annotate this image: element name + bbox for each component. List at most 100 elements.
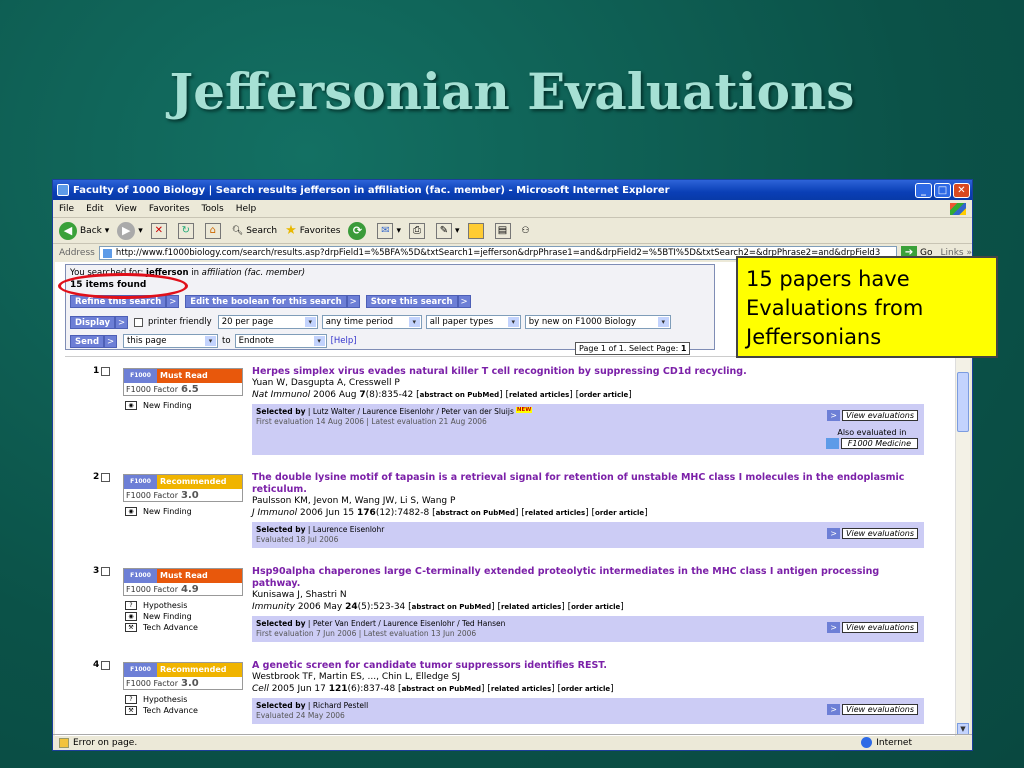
- forward-arrow-icon: ▶: [117, 221, 136, 240]
- result-checkbox[interactable]: [101, 472, 111, 482]
- refine-arrow-icon[interactable]: >: [166, 295, 180, 308]
- send-button[interactable]: Send: [70, 334, 105, 348]
- view-evaluations-button[interactable]: > View evaluations: [827, 528, 918, 539]
- menu-view[interactable]: View: [116, 204, 137, 214]
- f1000-medicine-icon: [825, 438, 839, 449]
- menu-tools[interactable]: Tools: [202, 204, 224, 214]
- tag-hypothesis: ? Hypothesis: [125, 600, 198, 611]
- display-arrow-icon[interactable]: >: [115, 315, 129, 329]
- related-articles-link[interactable]: related articles: [509, 391, 569, 399]
- edit-boolean-arrow-icon[interactable]: >: [346, 295, 360, 308]
- result-number: 2: [93, 472, 115, 482]
- page-selector: Page 1 of 1. Select Page: 1: [575, 342, 691, 355]
- warning-icon[interactable]: [59, 737, 69, 748]
- rating-badge: F1000 Must Read F1000 Factor 6.5: [123, 368, 243, 396]
- refresh-button[interactable]: ↻: [177, 222, 197, 239]
- close-button[interactable]: ✕: [953, 182, 970, 198]
- status-text: Error on page.: [73, 737, 138, 748]
- result-checkbox[interactable]: [101, 366, 111, 376]
- time-period-select[interactable]: any time period: [321, 315, 422, 329]
- ie-icon: [57, 184, 69, 196]
- store-arrow-icon[interactable]: >: [457, 295, 471, 308]
- f1000-factor: F1000 Factor 6.5: [126, 384, 199, 395]
- f1000-logo-icon: F1000: [124, 663, 157, 677]
- menu-edit[interactable]: Edit: [86, 204, 103, 214]
- discuss-button[interactable]: [467, 222, 487, 239]
- order-article-link[interactable]: order article: [561, 685, 610, 693]
- search-button[interactable]: 🔍︎ Search: [232, 226, 277, 236]
- eye-icon: ◉: [125, 507, 137, 516]
- back-button[interactable]: ◀ Back ▾: [59, 221, 109, 240]
- paper-types-select[interactable]: all paper types: [425, 315, 521, 329]
- send-target-select[interactable]: Endnote: [234, 334, 327, 348]
- rating-label: Must Read: [157, 369, 242, 383]
- order-article-link[interactable]: order article: [571, 603, 620, 611]
- stop-icon: ✕: [150, 222, 167, 239]
- result-title-link[interactable]: Herpes simplex virus evades natural kill…: [252, 366, 922, 378]
- result-title-link[interactable]: Hsp90alpha chaperones large C-terminally…: [252, 566, 922, 590]
- scrollbar-thumb[interactable]: [957, 372, 969, 432]
- eye-icon: ◉: [125, 612, 137, 621]
- view-evaluations-button[interactable]: > View evaluations: [827, 410, 918, 421]
- result-number: 4: [93, 660, 115, 670]
- view-evaluations-button[interactable]: > View evaluations: [827, 622, 918, 633]
- minimize-button[interactable]: _: [915, 182, 932, 198]
- result-number: 3: [93, 566, 115, 576]
- result-citation: J Immunol 2006 Jun 15 176(12):7482-8 [ab…: [252, 508, 648, 518]
- abstract-link[interactable]: abstract on PubMed: [412, 603, 491, 611]
- f1000-logo-icon: F1000: [124, 369, 157, 383]
- printer-friendly-checkbox[interactable]: [134, 317, 144, 327]
- maximize-button[interactable]: □: [934, 182, 951, 198]
- related-articles-link[interactable]: related articles: [525, 509, 585, 517]
- help-link[interactable]: [Help]: [331, 336, 357, 346]
- status-bar: Error on page. Internet: [53, 734, 972, 750]
- highlight-oval: [58, 273, 188, 299]
- slide-title: Jeffersonian Evaluations: [169, 62, 855, 121]
- research-button[interactable]: ▤: [494, 222, 514, 239]
- toolbar: ◀ Back ▾ ▶ ▾ ✕ ↻ ⌂ 🔍︎ Search ★ Favorites ⟳ ✉…: [53, 218, 972, 244]
- f1000-medicine-link[interactable]: F1000 Medicine: [825, 438, 918, 449]
- view-evaluations-button[interactable]: > View evaluations: [827, 704, 918, 715]
- back-arrow-icon: ◀: [59, 221, 77, 240]
- rating-label: Recommended: [157, 475, 242, 489]
- send-arrow-icon[interactable]: >: [104, 334, 118, 348]
- favorites-button[interactable]: ★ Favorites: [285, 223, 340, 238]
- result-title-link[interactable]: The double lysine motif of tapasin is a …: [252, 472, 922, 496]
- to-label: to: [222, 336, 231, 346]
- abstract-link[interactable]: abstract on PubMed: [436, 509, 515, 517]
- abstract-link[interactable]: abstract on PubMed: [402, 685, 481, 693]
- edit-boolean-button[interactable]: Edit the boolean for this search: [185, 295, 347, 308]
- menu-file[interactable]: File: [59, 204, 74, 214]
- f1000-factor: F1000 Factor 4.9: [126, 584, 199, 595]
- home-button[interactable]: ⌂: [204, 222, 224, 239]
- result-checkbox[interactable]: [101, 660, 111, 670]
- order-article-link[interactable]: order article: [579, 391, 628, 399]
- abstract-link[interactable]: abstract on PubMed: [420, 391, 499, 399]
- store-search-button[interactable]: Store this search: [365, 295, 458, 308]
- send-row: Send > this page to Endnote [Help]: [70, 334, 357, 348]
- menu-favorites[interactable]: Favorites: [149, 204, 190, 214]
- sort-select[interactable]: by new on F1000 Biology: [524, 315, 671, 329]
- forward-button[interactable]: ▶ ▾: [117, 221, 143, 240]
- messenger-icon: ⚇: [521, 225, 530, 236]
- print-button[interactable]: ⎙: [408, 222, 428, 239]
- tag-tech-advance: ⚒ Tech Advance: [125, 622, 198, 633]
- related-articles-link[interactable]: related articles: [501, 603, 561, 611]
- menu-help[interactable]: Help: [236, 204, 257, 214]
- result-citation: Cell 2005 Jun 17 121(6):837-48 [abstract…: [252, 684, 614, 694]
- result-checkbox[interactable]: [101, 566, 111, 576]
- edit-button[interactable]: ✎ ▾: [435, 222, 460, 239]
- media-button[interactable]: ⟳: [348, 221, 369, 240]
- stop-button[interactable]: ✕: [150, 222, 170, 239]
- selection-box: Selected by | Peter Van Endert / Laurenc…: [252, 616, 924, 642]
- page-1-link[interactable]: 1: [681, 344, 687, 353]
- display-button[interactable]: Display: [70, 315, 116, 329]
- per-page-select[interactable]: 20 per page: [217, 315, 318, 329]
- order-article-link[interactable]: order article: [595, 509, 644, 517]
- mail-button[interactable]: ✉ ▾: [377, 222, 401, 239]
- mail-icon: ✉: [377, 222, 394, 239]
- result-title-link[interactable]: A genetic screen for candidate tumor sup…: [252, 660, 922, 672]
- messenger-button[interactable]: ⚇: [522, 226, 530, 236]
- send-scope-select[interactable]: this page: [123, 334, 219, 348]
- related-articles-link[interactable]: related articles: [491, 685, 551, 693]
